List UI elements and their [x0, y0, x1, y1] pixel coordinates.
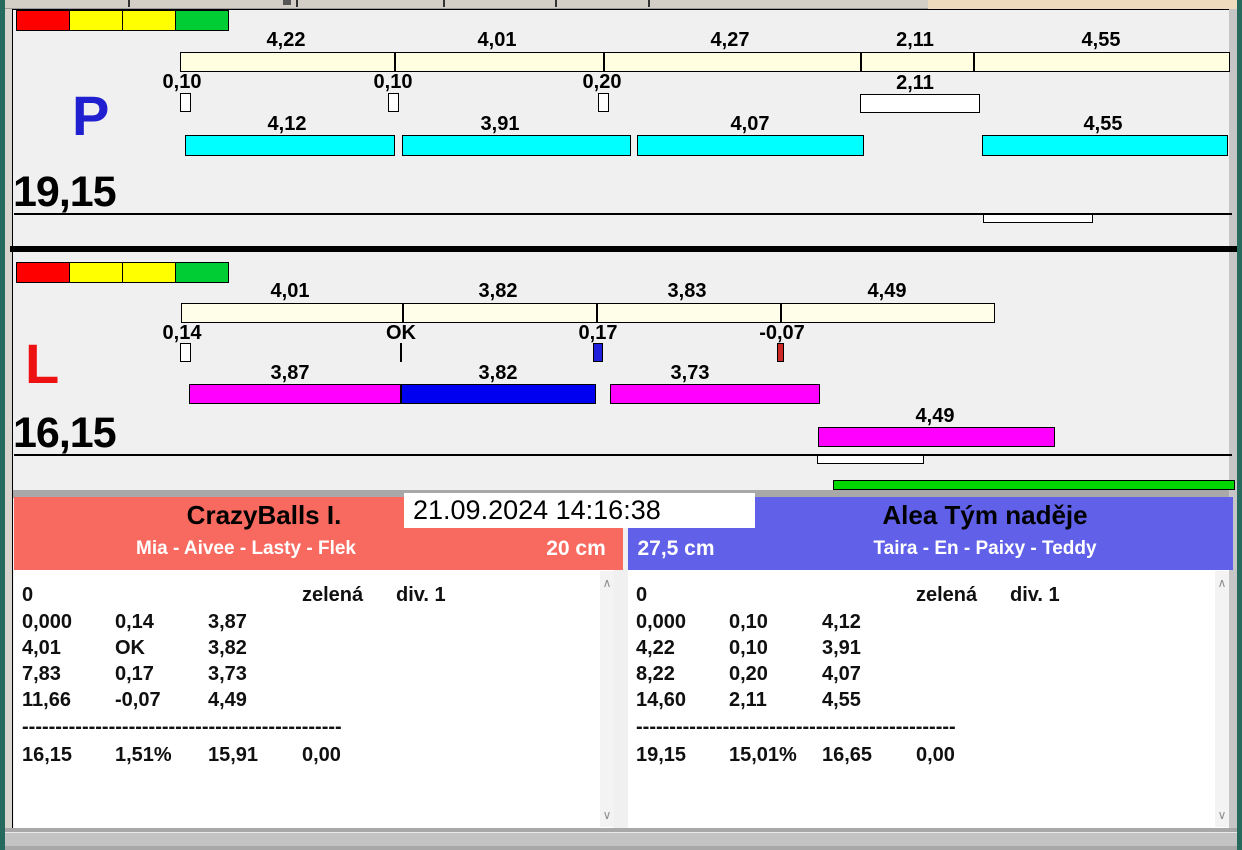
result-table-left[interactable]: 0 zelená div. 1 0,000 0,14 3,87 4,01 OK 3,82 7,83… — [14, 570, 614, 828]
split-cell: 4,07 — [822, 663, 861, 685]
split-cell: 7,83 — [22, 663, 61, 685]
split-cell: 3,87 — [208, 611, 247, 633]
split-cell: -0,07 — [115, 689, 161, 711]
split-cell: 11,66 — [22, 689, 71, 711]
split-cell: 0,17 — [115, 663, 154, 685]
penalty-count: 0 — [22, 584, 34, 606]
strip-tick — [296, 0, 298, 7]
scroll-up-icon[interactable]: ∧ — [600, 577, 614, 589]
window-bottom-strip — [5, 828, 1237, 850]
split-cell: 4,22 — [636, 637, 675, 659]
table-separator: ----------------------------------------… — [636, 716, 956, 738]
jump-height: 20 cm — [546, 537, 606, 560]
card-status: zelená — [302, 584, 364, 606]
split-cell: 0,10 — [729, 611, 768, 633]
jump-height: 27,5 cm — [637, 537, 715, 560]
split-cell: 8,22 — [636, 663, 675, 685]
penalty-count: 0 — [636, 584, 648, 606]
strip-tick — [443, 0, 445, 7]
split-cell: 0,14 — [115, 611, 154, 633]
scoreboard: CrazyBalls I. Mia - Aivee - Lasty - Flek… — [0, 0, 1242, 850]
split-cell: 0,000 — [22, 611, 73, 633]
datetime-display: 21.09.2024 14:16:38 — [404, 493, 755, 528]
total-cell: 15,01% — [729, 744, 797, 766]
split-cell: 4,55 — [822, 689, 861, 711]
split-cell: 2,11 — [729, 689, 767, 711]
split-cell: 14,60 — [636, 689, 687, 711]
split-cell: 0,000 — [636, 611, 687, 633]
split-cell: 3,91 — [822, 637, 861, 659]
window-top-strip — [5, 0, 1237, 9]
total-cell: 0,00 — [302, 744, 341, 766]
division-label: div. 1 — [396, 584, 446, 606]
split-cell: 4,01 — [22, 637, 61, 659]
division-label: div. 1 — [1010, 584, 1060, 606]
window-border-right — [1237, 0, 1242, 850]
total-cell: 19,15 — [636, 744, 687, 766]
scroll-down-icon[interactable]: ∨ — [1215, 809, 1229, 821]
team-name: CrazyBalls I. — [186, 500, 342, 530]
strip-tan-segment — [928, 0, 1237, 9]
team-dogs: Taira - En - Paixy - Teddy — [873, 538, 1097, 559]
strip-tick — [128, 0, 130, 7]
strip-tick — [648, 0, 650, 7]
split-cell: 0,10 — [729, 637, 768, 659]
team-name: Alea Tým naděje — [882, 500, 1088, 530]
split-cell: 3,73 — [208, 663, 247, 685]
scroll-down-icon[interactable]: ∨ — [600, 809, 614, 821]
bottom-strip-band — [5, 832, 1237, 846]
table-separator: ----------------------------------------… — [22, 716, 342, 738]
total-cell: 0,00 — [916, 744, 955, 766]
total-cell: 1,51% — [115, 744, 172, 766]
split-cell: OK — [115, 637, 145, 659]
result-table-right[interactable]: 0 zelená div. 1 0,000 0,10 4,12 4,22 0,10 3,91 8,… — [628, 570, 1229, 828]
scrollbar-right-table[interactable]: ∧ ∨ — [1215, 571, 1229, 827]
scroll-up-icon[interactable]: ∧ — [1215, 577, 1229, 589]
split-cell: 3,82 — [208, 637, 247, 659]
split-cell: 4,12 — [822, 611, 861, 633]
total-cell: 15,91 — [208, 744, 259, 766]
split-cell: 4,49 — [208, 689, 247, 711]
total-cell: 16,15 — [22, 744, 73, 766]
flyball-timing-app: 4,22 4,01 4,27 2,11 4,55 0,10 0,10 0,20 2,11 4,12… — [0, 0, 1242, 850]
card-status: zelená — [916, 584, 978, 606]
total-cell: 16,65 — [822, 744, 873, 766]
scrollbar-left-table[interactable]: ∧ ∨ — [600, 571, 614, 827]
strip-tick — [555, 0, 557, 7]
team-dogs: Mia - Aivee - Lasty - Flek — [136, 538, 356, 559]
split-cell: 0,20 — [729, 663, 768, 685]
window-border-left — [0, 0, 5, 850]
strip-notch — [283, 0, 291, 5]
